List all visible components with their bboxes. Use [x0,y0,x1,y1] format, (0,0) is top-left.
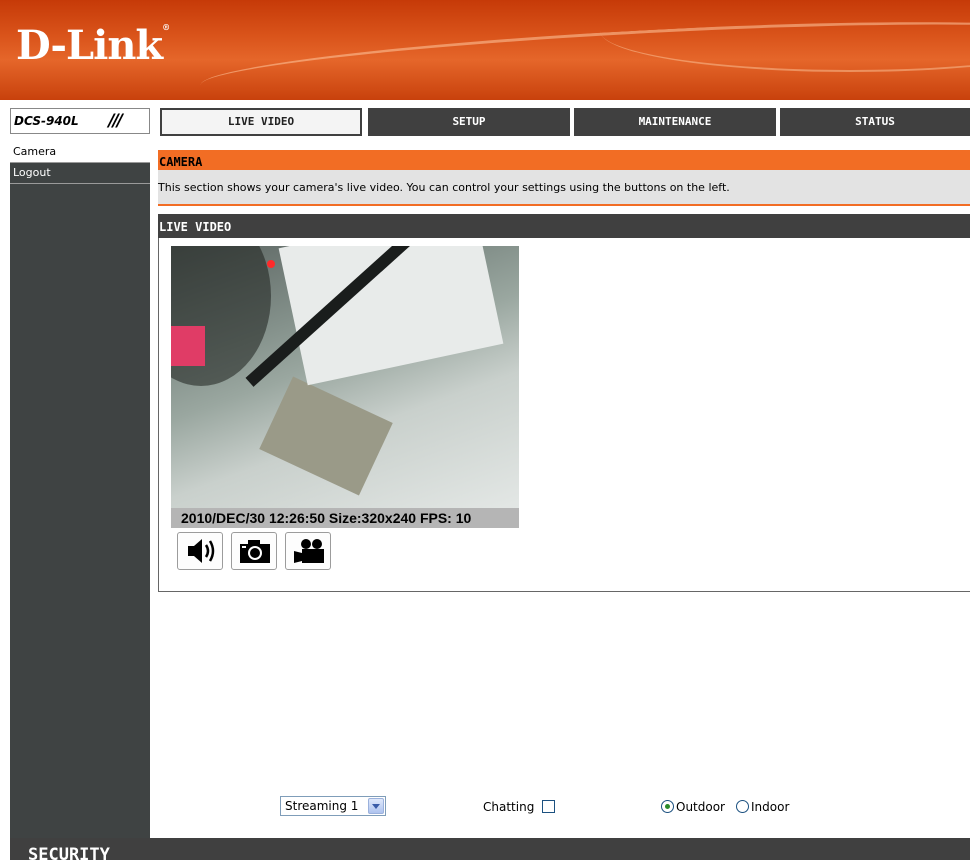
footer-label: SECURITY [28,845,110,860]
tab-live-video[interactable]: LIVE VIDEO [160,108,362,136]
chevron-down-icon[interactable] [368,798,384,814]
stream-select[interactable]: Streaming 1 [280,796,386,816]
camera-section-title: CAMERA [158,150,970,170]
logo-text: D-Link [16,22,163,69]
sidebar-item-logout[interactable]: Logout [10,163,150,184]
video-info-overlay: 2010/DEC/30 12:26:50 Size:320x240 FPS: 1… [171,508,519,528]
video-scene [259,376,393,496]
live-video-panel: 2010/DEC/30 12:26:50 Size:320x240 FPS: 1… [158,238,970,592]
model-name: DCS-940L [14,114,79,128]
camera-icon [240,540,270,563]
tab-status[interactable]: STATUS [780,108,970,136]
video-scene [171,326,205,366]
model-slashes: /// [108,111,123,131]
video-scene [278,246,504,386]
audio-button[interactable] [177,532,223,570]
video-camera-icon [294,539,324,563]
video-scene [267,260,275,268]
indoor-label: Indoor [751,800,790,814]
registered-mark: ® [162,22,170,32]
record-button[interactable] [285,532,331,570]
outdoor-radio[interactable] [661,800,674,813]
speaker-icon [188,539,215,563]
sidebar-item-camera[interactable]: Camera [10,142,150,163]
footer-bar: SECURITY [10,838,970,860]
stream-select-value: Streaming 1 [285,799,359,813]
snapshot-button[interactable] [231,532,277,570]
chatting-label: Chatting [483,800,535,814]
dlink-logo: D-Link® [16,22,170,69]
sidebar: Camera Logout [10,142,150,842]
header-banner: D-Link® [0,0,970,100]
tab-setup[interactable]: SETUP [368,108,570,136]
chatting-checkbox[interactable] [542,800,555,813]
top-nav: DCS-940L /// LIVE VIDEO SETUP MAINTENANC… [0,108,970,136]
camera-section-description: This section shows your camera's live vi… [158,170,970,206]
model-label: DCS-940L /// [10,108,150,134]
bottom-controls: Streaming 1 Chatting Outdoor Indoor [0,796,970,818]
tab-maintenance[interactable]: MAINTENANCE [574,108,776,136]
live-video-title: LIVE VIDEO [158,214,970,238]
live-video-feed[interactable] [171,246,519,508]
outdoor-label: Outdoor [676,800,725,814]
indoor-radio[interactable] [736,800,749,813]
